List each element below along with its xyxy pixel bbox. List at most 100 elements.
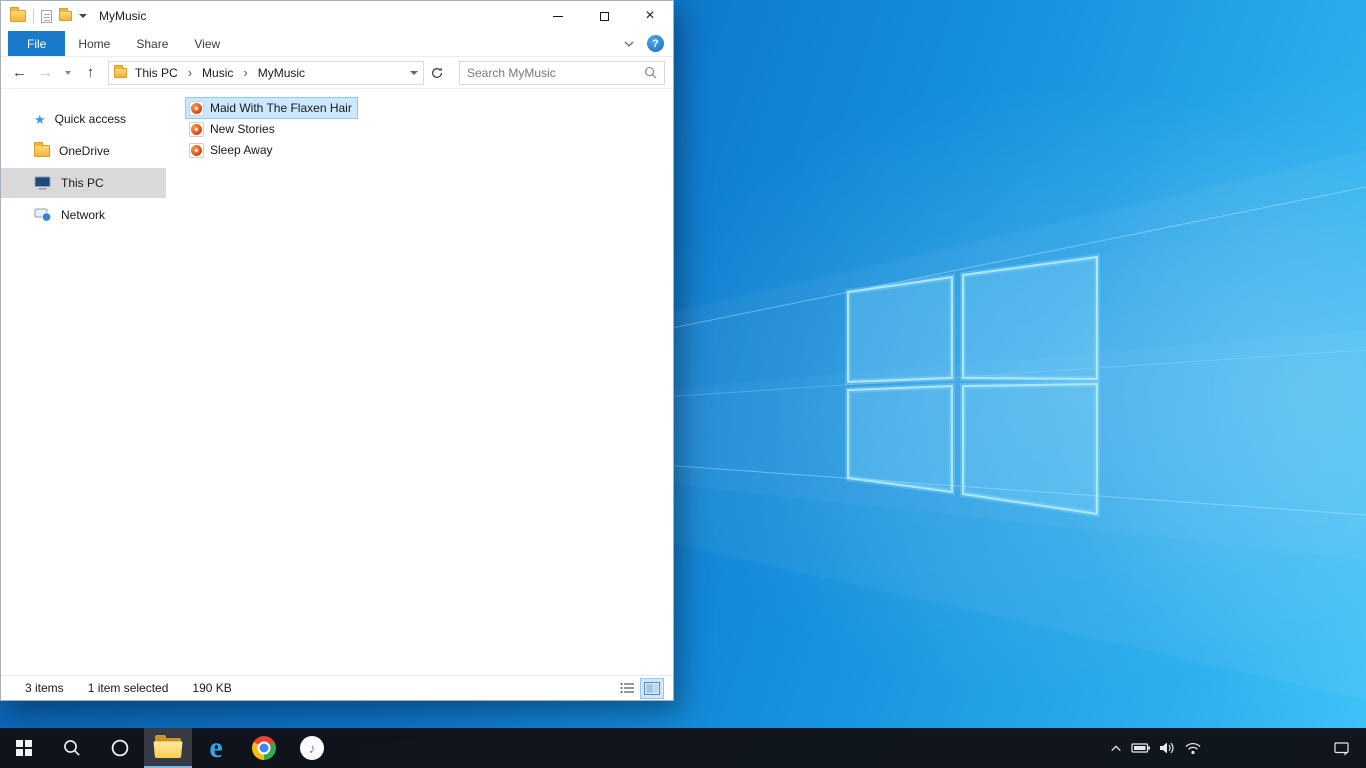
sidebar-item-this-pc[interactable]: This PC [1,168,166,198]
edge-icon: e [209,731,223,764]
details-view-icon [619,682,634,694]
navigation-pane: ★ Quick access OneDrive This PC Network [1,90,166,675]
tab-view[interactable]: View [181,31,233,56]
onedrive-icon [34,142,50,157]
details-view-button[interactable] [616,679,638,698]
file-item-maid-with-the-flaxen-hair[interactable]: Maid With The Flaxen Hair [185,97,358,119]
chrome-icon [252,736,276,760]
cortana-icon [111,739,129,757]
sidebar-item-network[interactable]: Network [1,200,166,230]
refresh-button[interactable] [425,61,449,85]
breadcrumb-chevron-icon: › [243,65,248,80]
qat-customize-chevron-icon[interactable] [79,14,87,18]
start-button[interactable] [0,728,48,768]
minimize-icon [553,15,563,17]
sidebar-item-onedrive[interactable]: OneDrive [1,136,166,166]
qat-properties-icon[interactable] [41,9,52,23]
tab-file[interactable]: File [8,31,66,56]
taskbar-itunes-button[interactable]: ♪ [288,728,336,768]
network-tray-button[interactable] [1180,728,1206,768]
search-icon[interactable] [644,66,657,79]
file-name: New Stories [210,122,275,136]
windows-logo-icon [16,740,32,756]
computer-icon [34,176,51,190]
qat-new-folder-icon[interactable] [59,8,72,21]
ribbon-tabs: File Home Share View ? [1,31,673,57]
tab-home[interactable]: Home [65,31,123,56]
system-tray [1104,728,1366,768]
address-bar-row: ← → ↑ This PC › Music › MyMusic [1,57,673,89]
close-button[interactable]: × [627,1,673,31]
music-file-icon [189,100,204,116]
file-name: Sleep Away [210,143,273,157]
minimize-button[interactable] [535,1,581,31]
speaker-icon [1160,742,1174,754]
file-item-new-stories[interactable]: New Stories [186,119,280,139]
network-icon [34,208,52,222]
file-explorer-icon [153,735,183,758]
sidebar-item-label: Network [61,208,106,222]
battery-icon [1131,743,1150,753]
expand-ribbon-chevron-icon[interactable] [620,35,638,53]
breadcrumb-mymusic[interactable]: MyMusic [255,64,308,82]
search-icon [64,740,80,756]
explorer-window: MyMusic × File Home Share View ? ← → ↑ T… [0,0,674,701]
forward-button[interactable]: → [33,60,58,86]
close-icon: × [645,7,655,24]
recent-locations-chevron-icon[interactable] [59,60,77,86]
volume-tray-button[interactable] [1154,728,1180,768]
address-folder-icon [114,64,127,78]
file-item-sleep-away[interactable]: Sleep Away [186,140,278,160]
caption-buttons: × [535,1,673,31]
status-selection: 1 item selected [87,681,169,695]
large-icons-view-icon [644,681,660,695]
taskbar-edge-button[interactable]: e [192,728,240,768]
taskbar-search-button[interactable] [48,728,96,768]
quick-access-toolbar [10,7,87,24]
breadcrumb-this-pc[interactable]: This PC [132,64,181,82]
taskbar-file-explorer-button[interactable] [144,728,192,768]
up-button[interactable]: ↑ [78,60,103,86]
sidebar-item-quick-access[interactable]: ★ Quick access [1,104,166,134]
maximize-icon [599,11,609,21]
itunes-icon: ♪ [300,736,324,760]
large-icons-view-button[interactable] [640,677,664,699]
breadcrumb-chevron-icon: › [187,65,193,80]
back-button[interactable]: ← [7,60,32,86]
quick-access-star-icon: ★ [34,111,46,127]
wifi-icon [1185,742,1201,755]
sidebar-item-label: Quick access [54,112,127,126]
address-bar[interactable]: This PC › Music › MyMusic [108,60,424,85]
maximize-button[interactable] [581,1,627,31]
music-file-icon [189,142,204,158]
taskbar-chrome-button[interactable] [240,728,288,768]
window-folder-icon [10,7,26,22]
chevron-up-icon [1111,745,1121,752]
sidebar-item-label: This PC [61,176,104,190]
tray-spacer [1206,728,1318,768]
address-dropdown-chevron-icon[interactable] [410,70,418,75]
tab-share[interactable]: Share [123,31,181,56]
file-name: Maid With The Flaxen Hair [210,101,352,115]
status-item-count: 3 items [25,681,64,695]
separator [33,8,34,24]
search-box [459,60,665,85]
status-size: 190 KB [192,681,232,695]
search-input[interactable] [467,65,639,80]
battery-tray-button[interactable] [1128,728,1154,768]
breadcrumb-music[interactable]: Music [199,64,236,82]
action-center-button[interactable] [1318,728,1366,768]
cortana-button[interactable] [96,728,144,768]
file-list[interactable]: Maid With The Flaxen Hair New Stories Sl… [166,90,673,675]
action-center-icon [1334,741,1349,756]
status-bar: 3 items 1 item selected 190 KB [1,675,673,700]
show-hidden-icons-button[interactable] [1104,728,1128,768]
view-buttons [616,677,664,699]
window-body: ★ Quick access OneDrive This PC Network … [1,90,673,675]
window-title: MyMusic [99,9,147,23]
title-bar: MyMusic × [1,1,673,31]
taskbar: e ♪ [0,728,1366,768]
sidebar-item-label: OneDrive [59,144,110,158]
help-button[interactable]: ? [647,35,664,52]
ribbon-right-controls: ? [620,31,673,56]
